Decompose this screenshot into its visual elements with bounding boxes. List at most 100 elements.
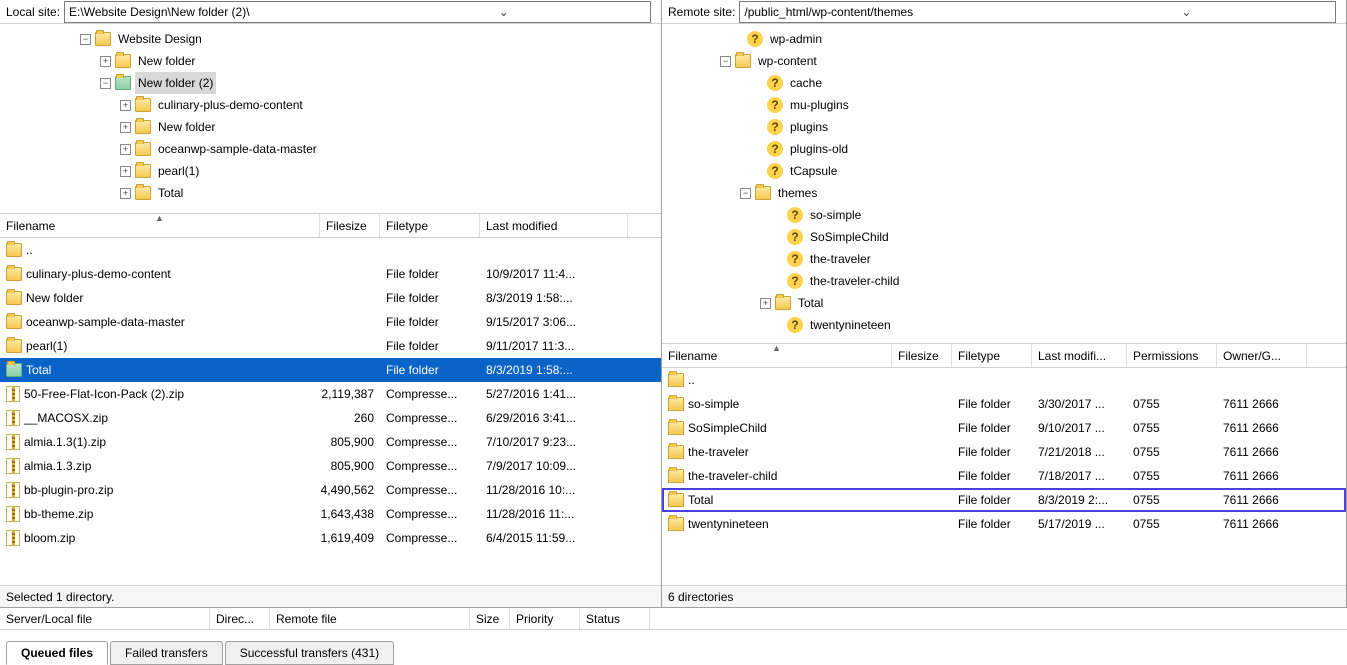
column-header[interactable]: Server/Local file [0, 608, 210, 629]
local-tree[interactable]: −Website Design+New folder−New folder (2… [0, 24, 661, 214]
tree-item-label: cache [787, 72, 825, 94]
local-rows[interactable]: ..culinary-plus-demo-contentFile folder1… [0, 238, 661, 585]
table-row[interactable]: the-travelerFile folder7/21/2018 ...0755… [662, 440, 1346, 464]
table-row[interactable]: __MACOSX.zip260Compresse...6/29/2016 3:4… [0, 406, 661, 430]
column-header[interactable]: ▲Filename [662, 344, 892, 367]
table-row[interactable]: .. [0, 238, 661, 262]
tree-item[interactable]: −New folder (2) [0, 72, 661, 94]
column-header[interactable]: Size [470, 608, 510, 629]
column-header[interactable]: Status [580, 608, 650, 629]
tree-item[interactable]: +culinary-plus-demo-content [0, 94, 661, 116]
tree-item[interactable]: ?the-traveler [662, 248, 1346, 270]
sort-asc-icon: ▲ [155, 214, 164, 223]
tree-item[interactable]: ?plugins-old [662, 138, 1346, 160]
queue-columns[interactable]: Server/Local file Direc... Remote file Size… [0, 608, 1347, 630]
tree-spacer [752, 78, 763, 89]
expand-icon[interactable]: + [120, 122, 131, 133]
column-label: Direc... [216, 612, 254, 626]
column-label: Size [476, 612, 499, 626]
tree-item[interactable]: ?SoSimpleChild [662, 226, 1346, 248]
remote-path-combo[interactable]: /public_html/wp-content/themes ⌄ [739, 1, 1336, 23]
tree-item[interactable]: +Total [662, 292, 1346, 314]
remote-columns[interactable]: ▲FilenameFilesizeFiletypeLast modifi...P… [662, 344, 1346, 368]
column-header[interactable]: Filesize [320, 214, 380, 237]
expand-icon[interactable]: + [100, 56, 111, 67]
table-row[interactable]: so-simpleFile folder3/30/2017 ...0755761… [662, 392, 1346, 416]
sort-asc-icon: ▲ [772, 344, 781, 353]
tree-item-label: themes [775, 182, 820, 204]
expand-icon[interactable]: + [120, 166, 131, 177]
table-row[interactable]: the-traveler-childFile folder7/18/2017 .… [662, 464, 1346, 488]
column-header[interactable]: Permissions [1127, 344, 1217, 367]
remote-tree[interactable]: ?wp-admin−wp-content?cache?mu-plugins?pl… [662, 24, 1346, 344]
collapse-icon[interactable]: − [720, 56, 731, 67]
tree-item[interactable]: +oceanwp-sample-data-master [0, 138, 661, 160]
tree-item[interactable]: ?cache [662, 72, 1346, 94]
expand-icon[interactable]: + [120, 144, 131, 155]
tab[interactable]: Successful transfers (431) [225, 641, 394, 665]
file-size [320, 334, 380, 358]
local-columns[interactable]: ▲FilenameFilesizeFiletypeLast modified [0, 214, 661, 238]
tree-item[interactable]: ?twentynineteen [662, 314, 1346, 336]
chevron-down-icon[interactable]: ⌄ [358, 5, 650, 19]
local-path-combo[interactable]: E:\Website Design\New folder (2)\ ⌄ [64, 1, 651, 23]
folder-icon [6, 363, 22, 377]
tab[interactable]: Failed transfers [110, 641, 223, 665]
column-header[interactable]: Owner/G... [1217, 344, 1307, 367]
tree-item[interactable]: ?mu-plugins [662, 94, 1346, 116]
expand-icon[interactable]: + [120, 100, 131, 111]
chevron-down-icon[interactable]: ⌄ [1038, 5, 1335, 19]
table-row[interactable]: 50-Free-Flat-Icon-Pack (2).zip2,119,387C… [0, 382, 661, 406]
table-row[interactable]: twentynineteenFile folder5/17/2019 ...07… [662, 512, 1346, 536]
table-row[interactable]: .. [662, 368, 1346, 392]
table-row[interactable]: bb-plugin-pro.zip4,490,562Compresse...11… [0, 478, 661, 502]
table-row[interactable]: bloom.zip1,619,409Compresse...6/4/2015 1… [0, 526, 661, 550]
tree-item[interactable]: ?so-simple [662, 204, 1346, 226]
file-modified: 3/30/2017 ... [1032, 392, 1127, 416]
table-row[interactable]: culinary-plus-demo-contentFile folder10/… [0, 262, 661, 286]
expand-icon[interactable]: + [760, 298, 771, 309]
column-header[interactable]: Filetype [952, 344, 1032, 367]
column-header[interactable]: Filesize [892, 344, 952, 367]
table-row[interactable]: TotalFile folder8/3/2019 1:58:... [0, 358, 661, 382]
column-header[interactable]: Last modifi... [1032, 344, 1127, 367]
table-row[interactable]: New folderFile folder8/3/2019 1:58:... [0, 286, 661, 310]
column-header[interactable]: Priority [510, 608, 580, 629]
tree-item[interactable]: −wp-content [662, 50, 1346, 72]
table-row[interactable]: almia.1.3.zip805,900Compresse...7/9/2017… [0, 454, 661, 478]
tree-item[interactable]: ?tCapsule [662, 160, 1346, 182]
tree-item[interactable]: ?wp-admin [662, 28, 1346, 50]
expand-icon[interactable]: + [120, 188, 131, 199]
table-row[interactable]: oceanwp-sample-data-masterFile folder9/1… [0, 310, 661, 334]
tree-item[interactable]: −Website Design [0, 28, 661, 50]
column-header[interactable]: Remote file [270, 608, 470, 629]
table-row[interactable]: pearl(1)File folder9/11/2017 11:3... [0, 334, 661, 358]
collapse-icon[interactable]: − [740, 188, 751, 199]
table-row[interactable]: TotalFile folder8/3/2019 2:...07557611 2… [662, 488, 1346, 512]
column-header[interactable]: Last modified [480, 214, 628, 237]
tree-item-label: the-traveler-child [807, 270, 902, 292]
tree-item-label: twentynineteen [807, 314, 894, 336]
unknown-icon: ? [787, 229, 803, 245]
file-size [892, 416, 952, 440]
tree-item[interactable]: +Total [0, 182, 661, 204]
tree-item[interactable]: ?the-traveler-child [662, 270, 1346, 292]
table-row[interactable]: bb-theme.zip1,643,438Compresse...11/28/2… [0, 502, 661, 526]
folder-icon [135, 186, 151, 200]
column-header[interactable]: Direc... [210, 608, 270, 629]
column-header[interactable]: ▲Filename [0, 214, 320, 237]
tree-item[interactable]: ?plugins [662, 116, 1346, 138]
remote-rows[interactable]: ..so-simpleFile folder3/30/2017 ...07557… [662, 368, 1346, 585]
tab[interactable]: Queued files [6, 641, 108, 665]
table-row[interactable]: SoSimpleChildFile folder9/10/2017 ...075… [662, 416, 1346, 440]
tree-item[interactable]: +pearl(1) [0, 160, 661, 182]
collapse-icon[interactable]: − [100, 78, 111, 89]
tree-item[interactable]: +New folder [0, 50, 661, 72]
tree-item[interactable]: − themes [662, 182, 1346, 204]
collapse-icon[interactable]: − [80, 34, 91, 45]
file-owner: 7611 2666 [1217, 512, 1307, 536]
column-header[interactable]: Filetype [380, 214, 480, 237]
folder-icon [6, 315, 22, 329]
table-row[interactable]: almia.1.3(1).zip805,900Compresse...7/10/… [0, 430, 661, 454]
tree-item[interactable]: +New folder [0, 116, 661, 138]
